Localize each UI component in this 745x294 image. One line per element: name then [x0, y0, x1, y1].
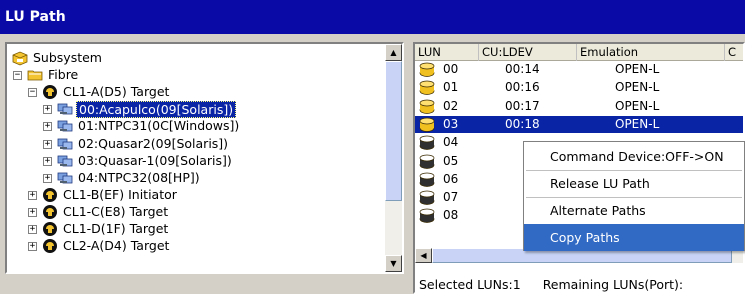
- expand-icon[interactable]: +: [43, 122, 52, 132]
- lun-undefined-icon: [419, 172, 435, 187]
- tree-node[interactable]: + CL1-D(1F) Target: [7, 221, 385, 238]
- column-header-c[interactable]: C: [725, 44, 745, 61]
- expand-icon[interactable]: +: [43, 156, 52, 166]
- tree-node-label[interactable]: 03:Quasar-1(09[Solaris]): [76, 153, 234, 168]
- tree-node-label[interactable]: Fibre: [46, 67, 80, 82]
- lun-cell: 06: [443, 171, 459, 186]
- expand-icon[interactable]: +: [28, 225, 37, 234]
- lun-table-row[interactable]: 00 00:14 OPEN-L: [415, 61, 743, 78]
- tree-node-label[interactable]: 01:NTPC31(0C[Windows]): [76, 118, 241, 133]
- tree-node-label[interactable]: Subsystem: [31, 50, 104, 65]
- lun-cell: 07: [443, 190, 459, 205]
- tree-node[interactable]: Subsystem: [7, 50, 385, 67]
- lun-defined-icon: [419, 62, 435, 77]
- tree-node[interactable]: + CL1-B(EF) Initiator: [7, 187, 385, 204]
- culdev-cell: 00:16: [505, 80, 540, 95]
- column-header-culdev[interactable]: CU:LDEV: [479, 44, 577, 61]
- lun-cell: 05: [443, 153, 459, 168]
- tree-node-label[interactable]: CL2-A(D4) Target: [61, 238, 171, 253]
- lun-cell: 02: [443, 98, 459, 113]
- culdev-cell: 00:17: [505, 98, 540, 113]
- host-group-icon: [57, 101, 73, 117]
- lun-cell: 08: [443, 208, 459, 223]
- tree-node-label[interactable]: CL1-C(E8) Target: [61, 204, 170, 219]
- tree-node-label[interactable]: CL1-B(EF) Initiator: [61, 187, 179, 202]
- lun-undefined-icon: [419, 190, 435, 205]
- tree-node-label[interactable]: CL1-A(D5) Target: [61, 84, 171, 99]
- status-bar: Selected LUNs:1 Remaining LUNs(Port):: [419, 277, 705, 292]
- lun-cell: 01: [443, 80, 459, 95]
- scroll-down-button[interactable]: ▼: [385, 255, 402, 272]
- lun-defined-icon: [419, 117, 435, 132]
- expand-icon[interactable]: +: [43, 139, 52, 149]
- emulation-cell: OPEN-L: [615, 80, 660, 95]
- lun-cell: 04: [443, 135, 459, 150]
- tree-node[interactable]: +03:Quasar-1(09[Solaris]): [7, 153, 385, 170]
- expand-icon[interactable]: +: [43, 173, 52, 183]
- expand-icon[interactable]: +: [43, 105, 52, 115]
- tree-node[interactable]: + CL1-C(E8) Target: [7, 204, 385, 221]
- lun-undefined-icon: [419, 135, 435, 151]
- subsystem-tree: Subsystem − Fibre − CL1-A(D5) Target +00:Acap…: [7, 44, 385, 272]
- culdev-cell: 00:14: [505, 62, 540, 76]
- table-header: LUN CU:LDEV Emulation C: [415, 44, 743, 61]
- lun-defined-icon: [419, 80, 435, 96]
- tree-panel: Subsystem − Fibre − CL1-A(D5) Target +00:Acap…: [5, 42, 404, 274]
- selected-luns-count: Selected LUNs:1: [419, 277, 521, 292]
- host-group-icon: [57, 153, 73, 169]
- culdev-cell: 00:18: [505, 116, 540, 131]
- lun-cell: 00: [443, 62, 459, 76]
- scroll-thumb[interactable]: [385, 61, 402, 201]
- scroll-left-button[interactable]: ◀: [415, 248, 432, 263]
- context-menu-item[interactable]: Copy Paths: [524, 224, 744, 251]
- emulation-cell: OPEN-L: [615, 116, 660, 131]
- lun-table-row[interactable]: 01 00:16 OPEN-L: [415, 79, 743, 96]
- host-group-icon: [57, 118, 73, 134]
- tree-node[interactable]: +01:NTPC31(0C[Windows]): [7, 118, 385, 135]
- port-icon: [42, 238, 58, 254]
- port-icon: [42, 204, 58, 220]
- remaining-luns-count: Remaining LUNs(Port):: [542, 277, 684, 292]
- lun-cell: 03: [443, 116, 459, 131]
- lun-undefined-icon: [419, 154, 435, 169]
- window-title: LU Path: [0, 0, 745, 34]
- host-group-icon: [57, 170, 73, 186]
- tree-node-label[interactable]: 00:Acapulco(09[Solaris]): [76, 101, 237, 119]
- expand-icon[interactable]: +: [28, 207, 37, 217]
- tree-node-label[interactable]: 02:Quasar2(09[Solaris]): [76, 136, 230, 151]
- tree-node[interactable]: +02:Quasar2(09[Solaris]): [7, 136, 385, 153]
- expand-icon[interactable]: +: [28, 242, 37, 252]
- lun-table-row[interactable]: 02 00:17 OPEN-L: [415, 98, 743, 115]
- tree-node[interactable]: − Fibre: [7, 67, 385, 84]
- column-header-lun[interactable]: LUN: [415, 44, 479, 61]
- port-icon: [42, 84, 58, 100]
- lun-context-menu: Command Device:OFF->ON Release LU Path Alt…: [523, 141, 745, 251]
- tree-node[interactable]: +04:NTPC32(08[HP]): [7, 170, 385, 187]
- tree-vertical-scrollbar[interactable]: ▲ ▼: [385, 44, 402, 272]
- subsystem-icon: [12, 50, 28, 66]
- tree-node[interactable]: − CL1-A(D5) Target: [7, 84, 385, 101]
- tree-node[interactable]: +00:Acapulco(09[Solaris]): [7, 101, 385, 119]
- host-group-icon: [57, 136, 73, 152]
- lun-table-row[interactable]: 03 00:18 OPEN-L: [415, 115, 743, 133]
- lun-defined-icon: [419, 99, 435, 114]
- collapse-icon[interactable]: −: [28, 88, 37, 98]
- expand-icon[interactable]: +: [28, 190, 37, 200]
- port-icon: [42, 221, 58, 237]
- tree-node-label[interactable]: 04:NTPC32(08[HP]): [76, 170, 202, 185]
- context-menu-item[interactable]: Alternate Paths: [524, 197, 744, 224]
- port-icon: [42, 187, 58, 203]
- context-menu-item[interactable]: Release LU Path: [524, 170, 744, 197]
- emulation-cell: OPEN-L: [615, 62, 660, 76]
- emulation-cell: OPEN-L: [615, 98, 660, 113]
- context-menu-item[interactable]: Command Device:OFF->ON: [524, 143, 744, 170]
- fibre-folder-icon: [27, 67, 43, 83]
- lun-undefined-icon: [419, 208, 435, 224]
- tree-node[interactable]: + CL2-A(D4) Target: [7, 238, 385, 255]
- scroll-up-button[interactable]: ▲: [385, 44, 402, 61]
- collapse-icon[interactable]: −: [13, 71, 22, 81]
- column-header-emulation[interactable]: Emulation: [577, 44, 725, 61]
- tree-node-label[interactable]: CL1-D(1F) Target: [61, 221, 170, 236]
